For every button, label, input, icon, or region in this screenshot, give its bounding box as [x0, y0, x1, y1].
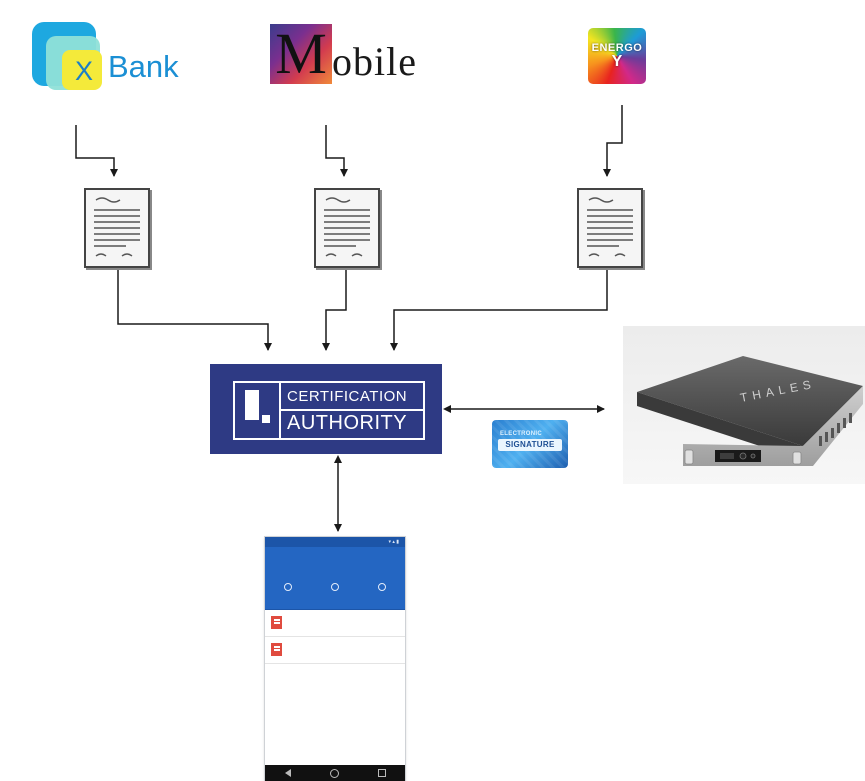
pdf-icon [271, 616, 282, 629]
signature-badge-bottom: SIGNATURE [498, 439, 562, 451]
recents-icon [377, 769, 386, 777]
arrow-document2-to-authority [322, 266, 347, 351]
arrow-document1-to-authority [117, 266, 272, 351]
certification-authority-box: CERTIFICATION AUTHORITY [210, 364, 442, 454]
document-icon [314, 188, 380, 268]
document-icon [84, 188, 150, 268]
mobile-logo-initial: M [270, 24, 332, 84]
energo-logo: ENERGO Y [588, 28, 646, 84]
phone-tab [358, 581, 405, 609]
arrow-mobile-to-document [325, 125, 348, 177]
xbank-logo-word: Bank [108, 49, 179, 84]
phone-tab [265, 581, 312, 609]
arrow-xbank-to-document [75, 125, 118, 177]
phone-list-item [265, 637, 405, 664]
phone-tab [312, 581, 359, 609]
phone-status-bar: ▾ ▴ ▮ [265, 537, 405, 547]
phone-document-list [265, 610, 405, 664]
back-icon [284, 769, 291, 777]
smartphone-icon: ▾ ▴ ▮ [265, 537, 405, 781]
arrow-document3-to-authority [390, 266, 608, 351]
certification-authority-logo: CERTIFICATION AUTHORITY [233, 381, 425, 440]
mobile-logo: M obile [268, 22, 443, 92]
authority-line1: CERTIFICATION [287, 388, 408, 405]
phone-list-item [265, 610, 405, 637]
phone-nav-bar [265, 765, 405, 781]
energo-logo-letter: Y [611, 53, 623, 70]
signature-badge-top: ELECTRONIC [500, 431, 542, 437]
electronic-signature-icon: ELECTRONIC SIGNATURE [492, 420, 568, 468]
xbank-logo-letter: X [74, 56, 93, 86]
phone-tabs [265, 581, 405, 610]
authority-line2: AUTHORITY [287, 412, 408, 434]
pdf-icon [271, 643, 282, 656]
phone-app-bar [265, 547, 405, 581]
mobile-logo-word: obile [332, 39, 417, 84]
document-icon [577, 188, 643, 268]
hsm-device-icon: THALES [623, 326, 865, 484]
xbank-logo: X Bank [28, 18, 188, 98]
arrow-energo-to-document [603, 105, 623, 177]
home-icon [329, 768, 339, 778]
